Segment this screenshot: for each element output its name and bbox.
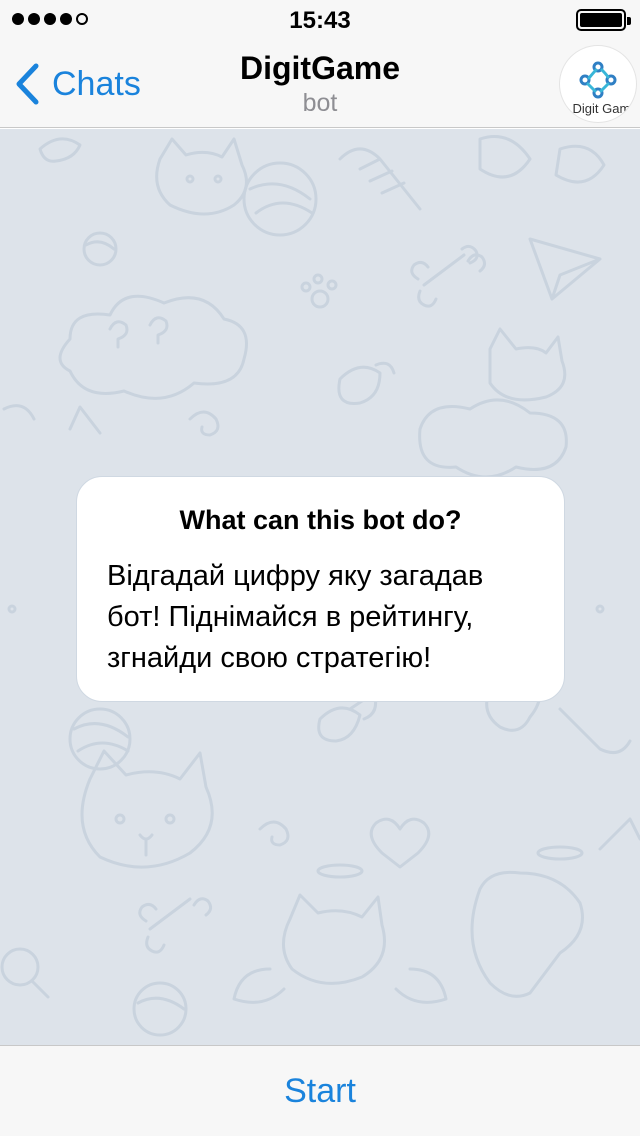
chat-header[interactable]: DigitGame bot [170,50,470,118]
chat-subtitle: bot [302,89,338,117]
status-bar: 15:43 [0,0,640,40]
chevron-left-icon [16,63,39,105]
bottom-bar: Start [0,1045,640,1136]
status-time: 15:43 [289,7,351,34]
bot-info-title: What can this bot do? [179,505,462,535]
bot-avatar[interactable]: Digit Game [560,46,636,122]
bot-info-line: бот! Піднімайся в рейтингу, [107,601,474,633]
avatar-logo-text: Digit Game [572,101,636,116]
nav-bar: Chats DigitGame bot Digit Game [0,40,640,128]
bot-info-line: згнайди свою стратегію! [107,642,432,674]
bot-info-card: What can this bot do? Відгадай цифру яку… [76,476,565,702]
back-button[interactable]: Chats [14,56,141,112]
chat-screen: 15:43 Chats DigitGame bot Digit Game Wha… [0,0,640,1136]
start-button[interactable]: Start [254,1062,386,1121]
chat-area[interactable]: What can this bot do? Відгадай цифру яку… [0,129,640,1045]
back-label: Chats [52,64,141,103]
chat-title: DigitGame [239,50,401,86]
bot-info-description: Відгадай цифру яку загадав бот! Піднімай… [107,556,534,679]
bot-info-line: Відгадай цифру яку загадав [107,560,484,592]
battery-icon [576,9,631,31]
